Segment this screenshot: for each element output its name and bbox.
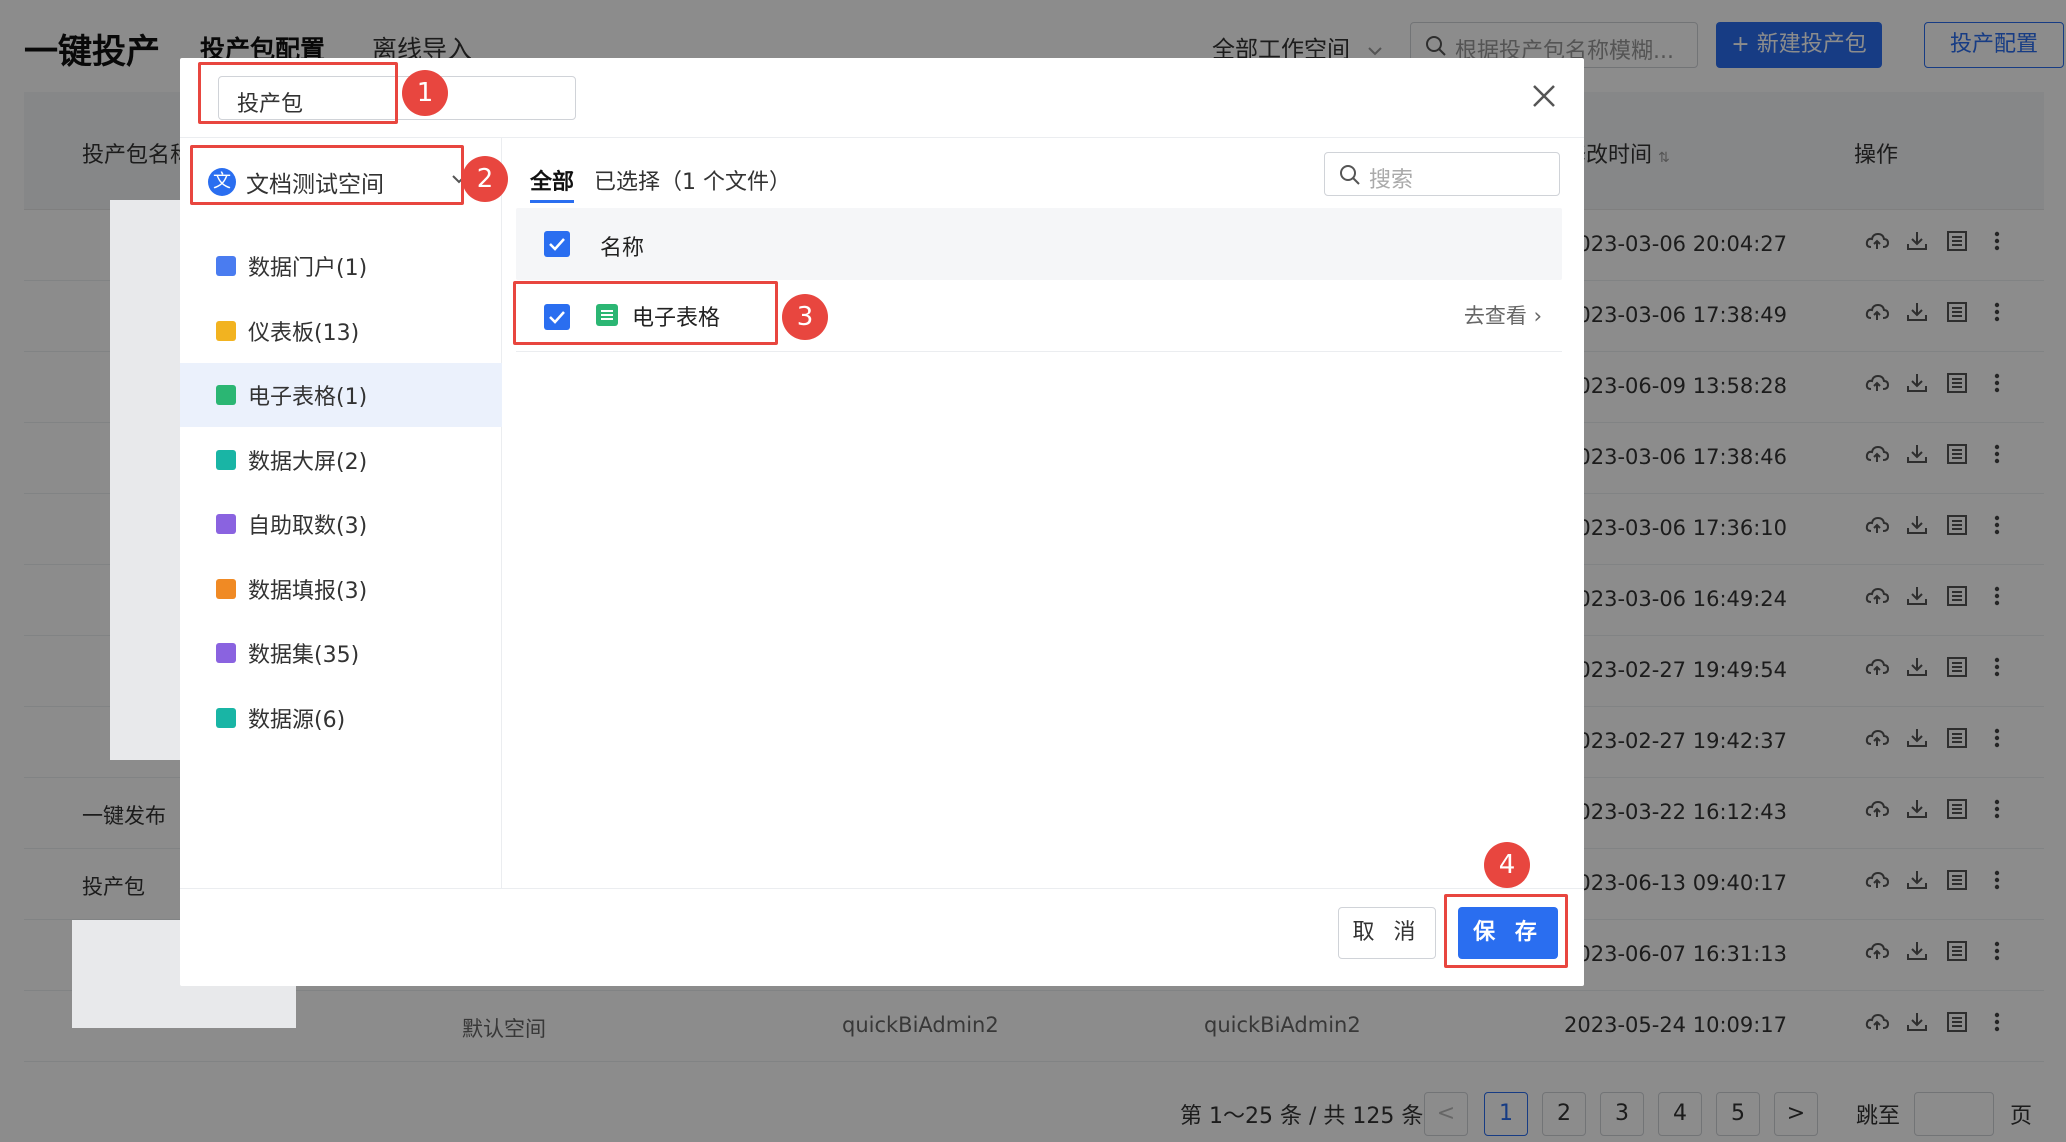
file-search-placeholder: 搜索 (1369, 168, 1414, 193)
category-label: 数据大屏(2) (248, 449, 368, 475)
category-label: 数据集(35) (248, 643, 360, 668)
category-self-service[interactable]: 自助取数(3) (180, 492, 502, 556)
list-header-name: 名称 (600, 236, 645, 261)
annotation-badge-1: 1 (402, 70, 448, 116)
datasource-icon (216, 707, 236, 728)
screen-icon (216, 449, 236, 470)
annotation-box-2 (190, 145, 464, 205)
category-data-entry[interactable]: 数据填报(3) (180, 557, 502, 621)
spreadsheet-icon (216, 385, 236, 405)
page: 一键投产 投产包配置 离线导入 全部工作空间 根据投产包名称模糊... + 新建… (0, 0, 2066, 1142)
category-label: 数据源(6) (248, 707, 346, 733)
annotation-box-3 (513, 281, 778, 345)
view-link[interactable]: 去查看 › (1464, 300, 1542, 330)
chevron-right-icon: › (1526, 304, 1542, 328)
annotation-badge-2: 2 (462, 156, 508, 202)
form-icon (216, 578, 236, 599)
active-tab-indicator (530, 200, 574, 203)
tab-all[interactable]: 全部 (530, 164, 574, 196)
category-pane: 文 文档测试空间 数据门户(1) 仪表板(13) 电子表格(1) 数据大屏(2) 自助取… (180, 138, 502, 888)
annotation-badge-3: 3 (782, 294, 828, 340)
check-icon (549, 238, 565, 251)
cancel-button[interactable]: 取 消 (1338, 907, 1436, 959)
search-icon (1340, 165, 1360, 185)
view-link-label: 去查看 (1463, 304, 1527, 328)
category-dashboard[interactable]: 仪表板(13) (180, 299, 502, 363)
modal-footer: 取 消 保 存 (180, 888, 1584, 986)
select-all-checkbox[interactable] (544, 231, 570, 257)
category-spreadsheet[interactable]: 电子表格(1) (180, 363, 502, 427)
portal-icon (216, 256, 236, 276)
self-service-icon (216, 514, 236, 534)
category-label: 仪表板(13) (248, 320, 360, 346)
file-search-input[interactable]: 搜索 (1324, 152, 1560, 196)
annotation-box-4 (1444, 894, 1568, 968)
blurred-region (110, 200, 182, 760)
category-label: 自助取数(3) (248, 514, 368, 539)
annotation-box-1 (198, 62, 398, 124)
dataset-icon (216, 643, 236, 663)
tab-selected[interactable]: 已选择（1 个文件） (594, 164, 791, 196)
list-header: 名称 (516, 208, 1562, 280)
category-data-portal[interactable]: 数据门户(1) (180, 234, 502, 298)
category-dataset[interactable]: 数据集(35) (180, 621, 502, 685)
category-label: 电子表格(1) (248, 385, 368, 410)
dashboard-icon (216, 320, 236, 341)
close-icon[interactable] (1526, 78, 1562, 114)
category-data-screen[interactable]: 数据大屏(2) (180, 428, 502, 492)
annotation-badge-4: 4 (1484, 842, 1530, 888)
category-data-source[interactable]: 数据源(6) (180, 686, 502, 750)
file-pane: 全部 已选择（1 个文件） 搜索 名称 电子表格 去查看 › (502, 138, 1584, 888)
category-label: 数据门户(1) (248, 256, 368, 281)
category-label: 数据填报(3) (248, 578, 368, 604)
